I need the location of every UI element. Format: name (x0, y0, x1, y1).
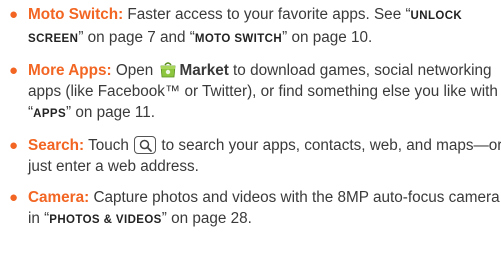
body-text: ” on page 10. (282, 29, 373, 46)
term-label: Moto Switch: (28, 6, 124, 23)
market-icon (159, 61, 177, 78)
body-text: Touch (84, 137, 134, 154)
term-label: Camera: (28, 189, 90, 206)
app-name: Market (179, 62, 229, 79)
list-item-moto-switch: ● Moto Switch: Faster access to your fav… (8, 4, 501, 50)
body-text: ” on page 28. (161, 210, 252, 227)
manual-page: ● Moto Switch: Faster access to your fav… (0, 0, 501, 263)
body-text: ” on page 7 and “ (78, 29, 195, 46)
body-text: ” on page 11. (66, 104, 156, 121)
bullet-icon: ● (9, 62, 19, 79)
bullet-icon: ● (9, 189, 19, 206)
feature-list: ● Moto Switch: Faster access to your fav… (8, 4, 501, 231)
cross-reference: photos & videos (49, 214, 162, 226)
list-item-search: ● Search: Touch to search your apps, con… (8, 135, 501, 177)
body-text: Open (111, 62, 158, 79)
cross-reference: moto switch (194, 33, 283, 45)
list-item-camera: ● Camera: Capture photos and videos with… (8, 187, 501, 231)
cross-reference: apps (33, 108, 67, 120)
term-label: Search: (28, 137, 85, 154)
bullet-icon: ● (9, 137, 19, 154)
list-item-more-apps: ● More Apps: Open Market to download gam… (8, 60, 501, 125)
search-key-icon (134, 136, 157, 154)
term-label: More Apps: (28, 62, 112, 79)
body-text: Faster access to your favorite apps. See… (123, 6, 411, 23)
bullet-icon: ● (9, 6, 19, 23)
